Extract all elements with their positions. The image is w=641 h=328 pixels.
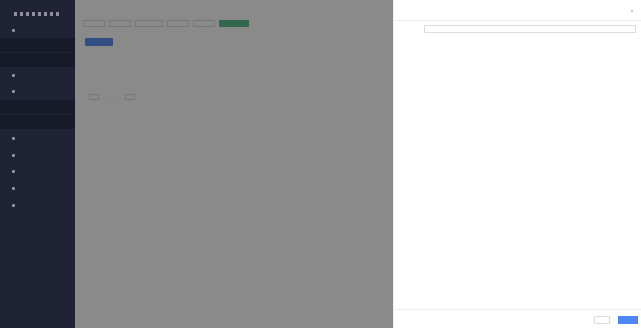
close-icon[interactable]: × <box>629 9 635 15</box>
sidebar-subitem-4[interactable] <box>0 115 75 129</box>
app-logo <box>14 12 62 16</box>
menu-icon <box>12 73 15 77</box>
form-row-name <box>400 24 636 34</box>
sidebar-item-6[interactable] <box>0 164 75 178</box>
sidebar-subitem-1[interactable] <box>0 38 75 52</box>
menu-icon <box>12 153 15 157</box>
sidebar-item-4[interactable] <box>0 131 75 145</box>
sidebar-item-5[interactable] <box>0 148 75 162</box>
divider <box>394 20 641 21</box>
menu-icon <box>12 169 15 173</box>
edit-drawer: × <box>393 0 641 328</box>
menu-icon <box>12 89 15 93</box>
modal-overlay[interactable] <box>75 0 393 328</box>
confirm-button[interactable] <box>618 316 638 324</box>
sidebar-subitem-2[interactable] <box>0 53 75 67</box>
cancel-button[interactable] <box>594 316 610 324</box>
name-input[interactable] <box>424 25 636 33</box>
second-input[interactable] <box>424 41 636 49</box>
sidebar-item-8[interactable] <box>0 198 75 212</box>
sidebar-item-3[interactable] <box>0 84 75 98</box>
menu-icon <box>12 203 15 207</box>
sidebar-item-2[interactable] <box>0 68 75 82</box>
menu-icon <box>12 136 15 140</box>
sidebar-item-7[interactable] <box>0 181 75 195</box>
divider <box>394 309 641 310</box>
menu-icon <box>12 28 15 32</box>
sidebar-item-1[interactable] <box>0 23 75 37</box>
form-row-second <box>400 40 636 50</box>
menu-icon <box>12 186 15 190</box>
sidebar <box>0 0 75 328</box>
sidebar-subitem-3[interactable] <box>0 100 75 114</box>
